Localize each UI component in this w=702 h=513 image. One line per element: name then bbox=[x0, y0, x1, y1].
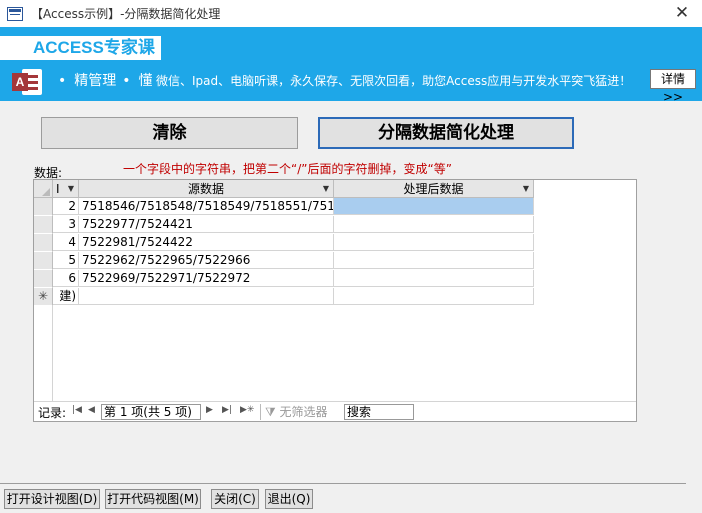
access-logo-icon: A bbox=[12, 67, 44, 97]
new-record-row[interactable]: ✳ 建) bbox=[34, 288, 534, 305]
banner-bar: • 精管理 • 懂 微信、Ipad、电脑听课，永久保存、无限次回看，助您Access应… bbox=[52, 70, 702, 92]
open-code-view-button[interactable]: 打开代码视图(M) bbox=[105, 489, 201, 509]
form-icon bbox=[7, 6, 23, 21]
row-selector[interactable] bbox=[34, 216, 53, 233]
table-row[interactable]: 3 7522977/7524421 bbox=[34, 216, 534, 233]
cell-id[interactable]: 2 bbox=[53, 198, 79, 214]
table-row[interactable]: 5 7522962/7522965/7522966 bbox=[34, 252, 534, 269]
cell-result[interactable] bbox=[334, 270, 534, 286]
cell-result[interactable] bbox=[334, 198, 534, 214]
filter-indicator[interactable]: ⧩ 无筛选器 bbox=[260, 404, 340, 420]
select-all-corner[interactable] bbox=[34, 180, 53, 198]
new-record-nav-icon[interactable]: ▶✳ bbox=[240, 405, 254, 415]
last-record-icon[interactable]: ▶| bbox=[222, 405, 232, 415]
banner-marquee: 微信、Ipad、电脑听课，永久保存、无限次回看，助您Access应用与开发水平突… bbox=[156, 74, 632, 88]
row-selector[interactable] bbox=[34, 270, 53, 287]
record-position-field[interactable]: 第 1 项(共 5 项) bbox=[101, 404, 201, 420]
first-record-icon[interactable]: |◀ bbox=[72, 405, 82, 415]
row-selector[interactable] bbox=[34, 252, 53, 269]
column-header-source[interactable]: 源数据 ▼ bbox=[79, 180, 334, 198]
next-record-icon[interactable]: ▶ bbox=[206, 405, 213, 415]
nav-item: 精管理 bbox=[74, 73, 117, 89]
cell-id-new[interactable]: 建) bbox=[53, 288, 79, 304]
record-navigator: 记录: |◀ ◀ 第 1 项(共 5 项) ▶ ▶| ▶✳ ⧩ 无筛选器 搜索 bbox=[34, 401, 636, 421]
table-row[interactable]: 4 7522981/7524422 bbox=[34, 234, 534, 251]
cell-id[interactable]: 3 bbox=[53, 216, 79, 232]
cell-source-new[interactable] bbox=[79, 288, 334, 304]
cell-source[interactable]: 7522962/7522965/7522966 bbox=[79, 252, 334, 268]
nav-item: 懂 bbox=[138, 73, 153, 89]
cell-source[interactable]: 7522977/7524421 bbox=[79, 216, 334, 232]
cell-id[interactable]: 4 bbox=[53, 234, 79, 250]
details-button[interactable]: 详情>> bbox=[650, 69, 696, 104]
record-label: 记录: bbox=[38, 406, 67, 420]
cell-id[interactable]: 6 bbox=[53, 270, 79, 286]
cell-source[interactable]: 7522969/7522971/7522972 bbox=[79, 270, 334, 286]
chevron-down-icon: ▼ bbox=[322, 184, 329, 193]
split-process-button[interactable]: 分隔数据简化处理 bbox=[318, 117, 574, 149]
datasheet[interactable]: I ▼ 源数据 ▼ 处理后数据 ▼ 2 7518546/7518548/7518549… bbox=[33, 179, 637, 422]
banner-nav: • 精管理 • 懂 bbox=[58, 73, 153, 89]
promo-banner: ACCESS专家课 A • 精管理 • 懂 微信、Ipad、电脑听课，永久保存、无限次… bbox=[0, 27, 702, 104]
footer-divider bbox=[0, 483, 686, 484]
open-design-view-button[interactable]: 打开设计视图(D) bbox=[4, 489, 100, 509]
row-selector[interactable] bbox=[34, 198, 53, 215]
cell-result[interactable] bbox=[334, 234, 534, 250]
window-title: 【Access示例】-分隔数据简化处理 bbox=[31, 7, 221, 21]
previous-record-icon[interactable]: ◀ bbox=[88, 405, 95, 415]
cell-result[interactable] bbox=[334, 216, 534, 232]
new-record-icon: ✳ bbox=[34, 288, 53, 305]
table-row[interactable]: 2 7518546/7518548/7518549/7518551/7518 bbox=[34, 198, 534, 215]
filter-icon: ⧩ bbox=[265, 405, 280, 419]
datasheet-header: I ▼ 源数据 ▼ 处理后数据 ▼ bbox=[34, 180, 534, 198]
close-button[interactable]: 关闭(C) bbox=[211, 489, 259, 509]
clear-button[interactable]: 清除 bbox=[41, 117, 298, 149]
hint-text: 一个字段中的字符串，把第二个“/”后面的字符删掉，变成“等” bbox=[123, 162, 452, 176]
search-input[interactable]: 搜索 bbox=[344, 404, 414, 420]
table-row[interactable]: 6 7522969/7522971/7522972 bbox=[34, 270, 534, 287]
title-bar: 【Access示例】-分隔数据简化处理 ✕ bbox=[0, 0, 702, 27]
cell-id[interactable]: 5 bbox=[53, 252, 79, 268]
exit-button[interactable]: 退出(Q) bbox=[265, 489, 313, 509]
column-header-result[interactable]: 处理后数据 ▼ bbox=[334, 180, 534, 198]
column-header-id[interactable]: I ▼ bbox=[53, 180, 79, 198]
chevron-down-icon: ▼ bbox=[522, 184, 529, 193]
cell-result-new[interactable] bbox=[334, 288, 534, 304]
close-icon[interactable]: ✕ bbox=[672, 3, 692, 23]
brand-label: ACCESS专家课 bbox=[0, 36, 161, 60]
row-selector[interactable] bbox=[34, 234, 53, 251]
cell-source[interactable]: 7522981/7524422 bbox=[79, 234, 334, 250]
cell-result[interactable] bbox=[334, 252, 534, 268]
cell-source[interactable]: 7518546/7518548/7518549/7518551/7518 bbox=[79, 198, 334, 214]
chevron-down-icon: ▼ bbox=[67, 184, 74, 193]
